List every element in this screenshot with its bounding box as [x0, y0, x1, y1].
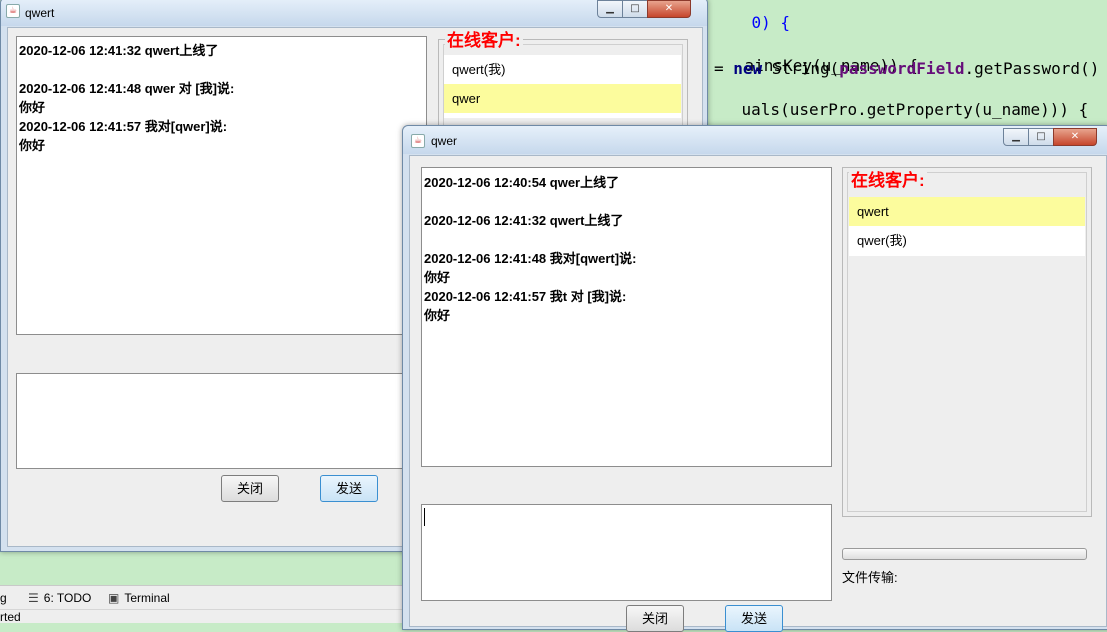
message-history[interactable]: 2020-12-06 12:40:54 qwer上线了 2020-12-06 1… [421, 167, 832, 467]
tool-tab-messages[interactable]: g [0, 591, 7, 605]
maximize-button[interactable]: □ [1028, 128, 1054, 146]
window-title: qwert [25, 6, 55, 20]
message-line: 2020-12-06 12:41:48 我对[qwert]说: [424, 251, 637, 266]
titlebar[interactable]: ☕ qwer ▁ □ ✕ [403, 126, 1107, 154]
chat-window-qwer: ☕ qwer ▁ □ ✕ 2020-12-06 12:40:54 qwer上线了… [402, 125, 1107, 632]
message-input[interactable] [421, 504, 832, 601]
close-button[interactable]: 关闭 [626, 605, 684, 632]
minimize-button[interactable]: ▁ [597, 0, 623, 18]
window-controls: ▁ □ ✕ [1003, 128, 1097, 146]
online-users-list[interactable]: qwert qwer(我) [849, 197, 1085, 256]
message-input[interactable] [16, 373, 427, 469]
close-window-button[interactable]: ✕ [647, 0, 691, 18]
minimize-button[interactable]: ▁ [1003, 128, 1029, 146]
message-line: 你好 [424, 308, 451, 323]
message-line: 2020-12-06 12:40:54 qwer上线了 [424, 175, 620, 190]
window-title: qwer [431, 134, 458, 148]
online-users-legend: 在线客户: [849, 171, 927, 190]
message-line: 2020-12-06 12:41:57 我对[qwer]说: [19, 119, 228, 134]
message-history[interactable]: 2020-12-06 12:41:32 qwert上线了 2020-12-06 … [16, 36, 427, 335]
client-area: 2020-12-06 12:40:54 qwer上线了 2020-12-06 1… [409, 155, 1107, 632]
message-line: 2020-12-06 12:41:57 我t 对 [我]说: [424, 289, 627, 304]
message-line: 你好 [19, 138, 46, 153]
list-icon: ☰ [28, 591, 39, 605]
terminal-icon: ▣ [108, 591, 120, 605]
tool-tab-todo[interactable]: ☰ 6: TODO [28, 591, 91, 605]
close-window-button[interactable]: ✕ [1053, 128, 1097, 146]
list-item[interactable]: qwer [444, 84, 681, 113]
message-line: 你好 [19, 100, 46, 115]
maximize-button[interactable]: □ [622, 0, 648, 18]
java-app-icon: ☕ [6, 4, 20, 18]
message-line: 2020-12-06 12:41:32 qwert上线了 [19, 43, 219, 58]
message-line: 2020-12-06 12:41:32 qwert上线了 [424, 213, 624, 228]
file-transfer-progress [842, 548, 1087, 560]
online-users-legend: 在线客户: [445, 31, 523, 50]
online-users-list[interactable]: qwert(我) qwer [444, 55, 681, 118]
file-transfer-label: 文件传输: [842, 570, 898, 585]
send-button[interactable]: 发送 [725, 605, 783, 632]
list-item[interactable]: qwer(我) [849, 226, 1085, 255]
online-users-group: 在线客户: qwert qwer(我) [842, 167, 1092, 517]
java-app-icon: ☕ [411, 134, 425, 148]
close-button[interactable]: 关闭 [221, 475, 279, 502]
message-line: 你好 [424, 270, 451, 285]
message-line: 2020-12-06 12:41:48 qwer 对 [我]说: [19, 81, 235, 96]
status-text: rted [0, 610, 21, 624]
window-controls: ▁ □ ✕ [597, 0, 691, 18]
list-item[interactable]: qwert [849, 197, 1085, 226]
send-button[interactable]: 发送 [320, 475, 378, 502]
titlebar[interactable]: ☕ qwert ▁ □ ✕ [1, 0, 707, 26]
text-caret [424, 508, 425, 526]
list-item[interactable]: qwert(我) [444, 55, 681, 84]
tool-tab-terminal[interactable]: ▣ Terminal [108, 591, 170, 605]
code-line-3: = new String(passwordField.getPassword() [714, 59, 1100, 78]
